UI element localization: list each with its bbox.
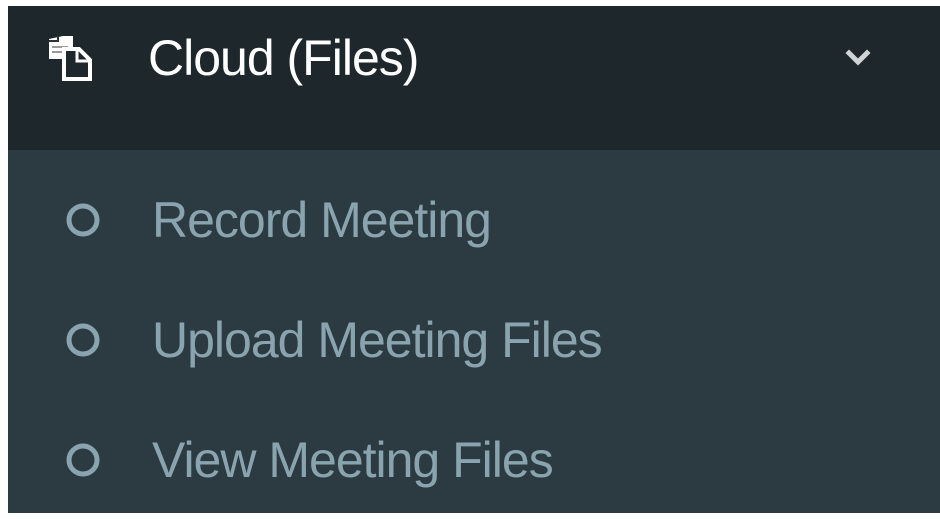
submenu-item-view-meeting-files[interactable]: View Meeting Files (8, 398, 940, 518)
submenu-item-record-meeting[interactable]: Record Meeting (8, 158, 940, 278)
chevron-down-icon[interactable] (843, 42, 873, 72)
menu-header-cloud-files[interactable]: Cloud (Files) (8, 6, 940, 150)
screenshot-frame: Cloud (Files) Record Meeting Upload Meet… (0, 0, 940, 519)
circle-outline-icon (65, 202, 101, 238)
circle-outline-icon (65, 322, 101, 358)
sidebar-treeview-menu: Cloud (Files) Record Meeting Upload Meet… (8, 6, 940, 513)
submenu-list: Record Meeting Upload Meeting Files View… (8, 150, 940, 513)
circle-outline-icon (65, 442, 101, 478)
copy-files-icon (46, 33, 94, 81)
submenu-item-label: View Meeting Files (152, 432, 554, 488)
submenu-item-label: Record Meeting (152, 192, 492, 248)
menu-header-title: Cloud (Files) (148, 30, 419, 86)
submenu-item-label: Upload Meeting Files (152, 312, 603, 368)
submenu-item-upload-meeting-files[interactable]: Upload Meeting Files (8, 278, 940, 398)
